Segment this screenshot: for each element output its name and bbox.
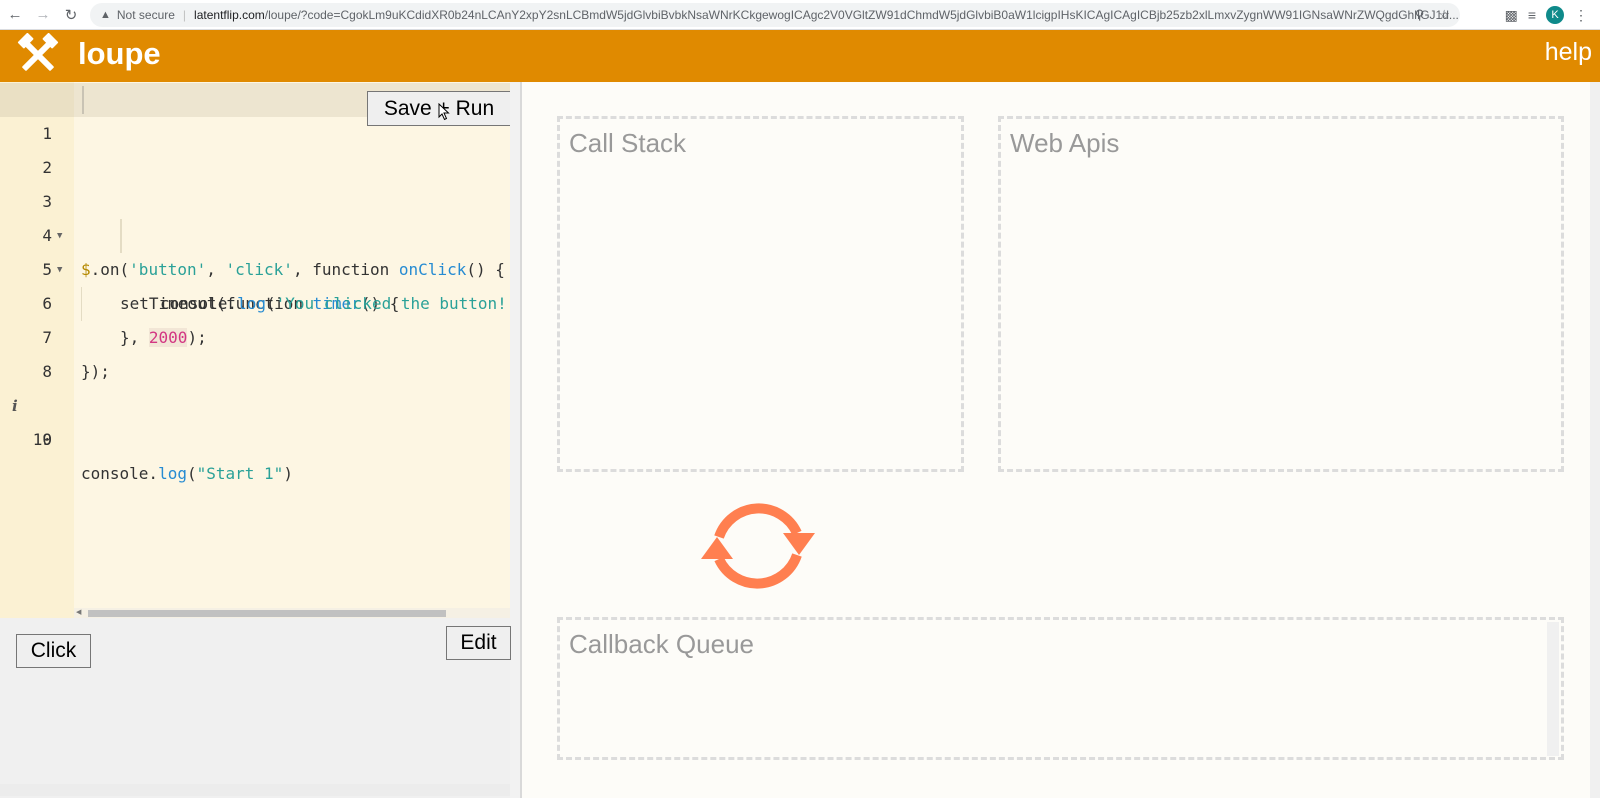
callback-queue-box: Callback Queue <box>557 617 1564 760</box>
call-stack-box: Call Stack <box>557 116 964 472</box>
browser-toolbar: ← → ↻ ▲ Not secure | latentflip.com/loup… <box>0 0 1600 30</box>
callback-queue-title: Callback Queue <box>569 629 754 659</box>
warning-triangle-icon: ▲ <box>100 9 111 21</box>
address-separator: | <box>182 8 187 22</box>
edit-button[interactable]: Edit <box>446 626 511 660</box>
page-vertical-scrollbar[interactable] <box>1590 82 1600 798</box>
help-link[interactable]: help <box>1545 38 1592 67</box>
web-apis-box: Web Apis <box>998 116 1564 472</box>
forward-arrow-icon[interactable]: → <box>30 2 56 28</box>
click-button[interactable]: Click <box>16 634 91 668</box>
code-line-7: 7 }); <box>0 287 520 381</box>
code-line-9: i 9 console.log("Start 1") <box>0 355 520 483</box>
code-token: ( <box>186 464 197 483</box>
event-loop-icon <box>701 503 815 589</box>
scroll-left-arrow-icon[interactable]: ◀ <box>76 608 81 616</box>
code-line-3: 3 ▼ $.on('button', 'click', function onC… <box>0 151 520 279</box>
media-control-icon[interactable]: ≡ <box>1528 7 1536 23</box>
editor-horizontal-scrollbar[interactable]: ◀ ▶ <box>74 608 520 618</box>
code-token: log <box>158 464 187 483</box>
code-line-4: 4 ▼ setTimeout(function timer() { <box>0 185 520 313</box>
code-token: "Start 1" <box>196 464 284 483</box>
scrollbar-thumb[interactable] <box>88 610 446 617</box>
call-stack-title: Call Stack <box>569 128 687 158</box>
visualization-panel: Call Stack Web Apis Callback Queue <box>522 82 1590 798</box>
url-path: /loupe/?code=CgokLm9uKCdidXR0b24nLCAnY2x… <box>264 8 1459 22</box>
code-line-8: 8 <box>0 321 520 381</box>
code-line-5: 5 console.log('You clicked the button! <box>0 219 520 313</box>
zoom-icon[interactable]: ⚲ <box>1415 7 1425 23</box>
app-header: loupe help <box>0 30 1600 82</box>
security-label: Not secure <box>116 8 175 22</box>
code-token: ) <box>283 464 293 483</box>
app-title: loupe <box>78 36 161 71</box>
queue-scrollbar[interactable] <box>1547 622 1559 756</box>
extensions-puzzle-icon[interactable]: ▩ <box>1505 7 1518 24</box>
left-panel: 1 2 3 ▼ $.on('button', 'click', function… <box>0 82 520 798</box>
address-bar[interactable]: ▲ Not secure | latentflip.com/loupe/?cod… <box>90 3 1460 27</box>
code-token: console. <box>81 464 159 483</box>
left-vertical-scrollbar[interactable] <box>510 82 520 798</box>
back-arrow-icon[interactable]: ← <box>2 2 28 28</box>
code-text: console.log("Start 1") <box>81 457 293 491</box>
hammer-tools-icon <box>17 33 59 71</box>
code-line-10: 10 <box>0 389 520 449</box>
line-number: 10 <box>32 430 52 449</box>
profile-avatar[interactable]: K <box>1546 6 1564 24</box>
url-host: latentflip.com <box>194 8 265 22</box>
web-apis-title: Web Apis <box>1010 128 1120 158</box>
code-line-6: 6 }, 2000); <box>0 253 520 347</box>
browser-menu-icon[interactable]: ⋮ <box>1574 7 1588 24</box>
reload-icon[interactable]: ↻ <box>58 2 84 28</box>
mouse-pointer-icon <box>438 103 450 121</box>
left-bottom-scrollbar[interactable] <box>0 784 510 796</box>
bookmark-star-icon[interactable]: ☆ <box>1438 7 1450 23</box>
code-editor[interactable]: 1 2 3 ▼ $.on('button', 'click', function… <box>0 82 520 618</box>
